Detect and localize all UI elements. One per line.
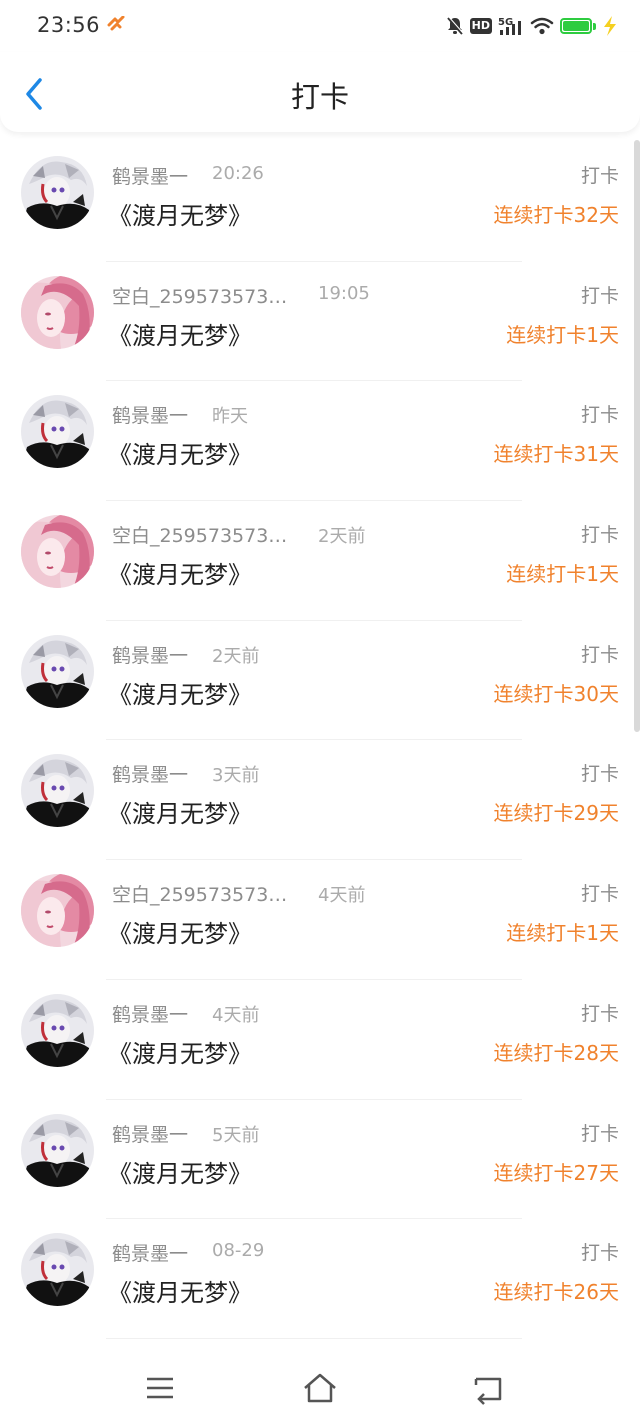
checkin-row[interactable]: 空白_259573573… 2天前《渡月无梦》 打卡连续打卡1天 xyxy=(0,501,632,621)
book-title[interactable]: 《渡月无梦》 xyxy=(108,555,252,590)
user-name[interactable]: 鹤景墨一 xyxy=(112,1000,188,1027)
streak-label: 连续打卡29天 xyxy=(493,801,619,826)
checkin-row[interactable]: 空白_259573573… 19:05 《渡月无梦》 打卡连续打卡1天 xyxy=(0,262,632,382)
mute-bell-icon xyxy=(446,16,464,35)
checkin-type-label: 打卡 xyxy=(580,165,619,187)
user-avatar[interactable] xyxy=(21,395,94,469)
streak-label: 连续打卡28天 xyxy=(493,1040,619,1065)
page-title: 打卡 xyxy=(290,80,349,114)
checkin-time: 4天前 xyxy=(318,885,366,907)
checkin-row[interactable]: 鹤景墨一 3天前《渡月无梦》 打卡连续打卡29天 xyxy=(0,740,632,860)
streak-label: 连续打卡31天 xyxy=(493,442,619,467)
hd-icon: HD xyxy=(469,18,492,34)
user-name[interactable]: 鹤景墨一 xyxy=(112,641,188,668)
book-title[interactable]: 《渡月无梦》 xyxy=(108,196,252,231)
checkin-type-label: 打卡 xyxy=(580,404,619,427)
book-title[interactable]: 《渡月无梦》 xyxy=(108,914,252,949)
checkin-row[interactable]: 鹤景墨一 5天前《渡月无梦》 打卡连续打卡27天 xyxy=(0,1100,632,1220)
book-title[interactable]: 《渡月无梦》 xyxy=(108,675,252,710)
back-nav-icon[interactable] xyxy=(470,1370,506,1406)
user-name[interactable]: 空白_259573573… xyxy=(112,521,287,548)
streak-label: 连续打卡32天 xyxy=(493,203,619,227)
user-avatar[interactable] xyxy=(21,275,94,349)
user-name[interactable]: 鹤景墨一 xyxy=(112,401,188,428)
wifi-icon xyxy=(530,17,554,35)
checkin-row[interactable]: 鹤景墨一 08-29 《渡月无梦》 打卡连续打卡26天 xyxy=(0,1219,632,1339)
battery-tip xyxy=(593,22,596,30)
checkin-type-label: 打卡 xyxy=(580,763,619,786)
checkin-time: 2天前 xyxy=(212,645,260,667)
streak-label: 连续打卡30天 xyxy=(493,681,619,706)
checkin-type-label: 打卡 xyxy=(580,643,619,666)
checkin-row[interactable]: 鹤景墨一 4天前《渡月无梦》 打卡连续打卡28天 xyxy=(0,980,632,1100)
status-icons: HD 5G xyxy=(446,14,618,38)
checkin-row[interactable]: 空白_259573573… 4天前《渡月无梦》 打卡连续打卡1天 xyxy=(0,860,632,980)
status-time: 23:56 xyxy=(37,13,101,37)
checkin-time: 3天前 xyxy=(212,765,260,787)
user-name[interactable]: 空白_259573573… xyxy=(112,282,287,309)
checkin-time: 5天前 xyxy=(212,1124,260,1146)
user-name[interactable]: 鹤景墨一 xyxy=(112,1239,188,1266)
user-avatar[interactable] xyxy=(21,993,94,1067)
battery-icon xyxy=(560,18,592,34)
book-title[interactable]: 《渡月无梦》 xyxy=(108,1154,252,1189)
charging-bolt-icon xyxy=(604,16,616,36)
checkin-type-label: 打卡 xyxy=(580,284,619,307)
checkin-time: 08-29 xyxy=(212,1240,265,1262)
status-bar: 23:56 HD 5G xyxy=(0,0,640,52)
user-avatar[interactable] xyxy=(21,1113,94,1187)
user-name[interactable]: 鹤景墨一 xyxy=(112,1120,188,1147)
scrollbar[interactable] xyxy=(634,140,640,732)
book-title[interactable]: 《渡月无梦》 xyxy=(108,435,252,470)
book-title[interactable]: 《渡月无梦》 xyxy=(108,794,252,829)
home-icon[interactable] xyxy=(302,1370,338,1406)
app-notification-icon xyxy=(107,16,125,31)
checkin-time: 4天前 xyxy=(212,1004,260,1026)
cell-signal-icon: 5G xyxy=(498,16,524,36)
user-avatar[interactable] xyxy=(21,874,94,948)
checkin-list: 鹤景墨一 20:26 《渡月无梦》 打卡 连续打卡32天 空白_259573573… 19:… xyxy=(0,142,632,1339)
user-avatar[interactable] xyxy=(21,754,94,828)
checkin-type-label: 打卡 xyxy=(580,1242,619,1265)
streak-label: 连续打卡1天 xyxy=(506,322,619,347)
checkin-row[interactable]: 鹤景墨一 昨天《渡月无梦》 打卡连续打卡31天 xyxy=(0,381,632,501)
user-avatar[interactable] xyxy=(21,156,94,229)
user-avatar[interactable] xyxy=(21,1233,94,1307)
book-title[interactable]: 《渡月无梦》 xyxy=(108,1273,252,1308)
streak-label: 连续打卡26天 xyxy=(493,1280,619,1305)
checkin-row[interactable]: 鹤景墨一 20:26 《渡月无梦》 打卡连续打卡32天 xyxy=(0,142,632,262)
user-avatar[interactable] xyxy=(21,634,94,708)
checkin-time: 昨天 xyxy=(212,406,248,428)
user-name[interactable]: 空白_259573573… xyxy=(112,880,287,907)
checkin-type-label: 打卡 xyxy=(580,524,619,547)
checkin-time: 19:05 xyxy=(318,282,370,304)
checkin-time: 20:26 xyxy=(212,163,264,184)
checkin-type-label: 打卡 xyxy=(580,1002,619,1025)
user-name[interactable]: 鹤景墨一 xyxy=(112,760,188,787)
menu-icon[interactable] xyxy=(142,1370,178,1406)
system-nav-bar xyxy=(0,1350,640,1427)
streak-label: 连续打卡1天 xyxy=(506,921,619,946)
book-title[interactable]: 《渡月无梦》 xyxy=(108,1034,252,1069)
streak-label: 连续打卡1天 xyxy=(506,562,619,587)
checkin-time: 2天前 xyxy=(318,526,366,548)
top-bar: 打卡 xyxy=(0,52,640,132)
user-avatar[interactable] xyxy=(21,515,94,589)
checkin-row[interactable]: 鹤景墨一 2天前《渡月无梦》 打卡连续打卡30天 xyxy=(0,621,632,741)
checkin-type-label: 打卡 xyxy=(580,883,619,906)
checkin-type-label: 打卡 xyxy=(580,1122,619,1145)
streak-label: 连续打卡27天 xyxy=(493,1160,619,1185)
user-name[interactable]: 鹤景墨一 xyxy=(112,162,188,189)
book-title[interactable]: 《渡月无梦》 xyxy=(108,316,252,351)
